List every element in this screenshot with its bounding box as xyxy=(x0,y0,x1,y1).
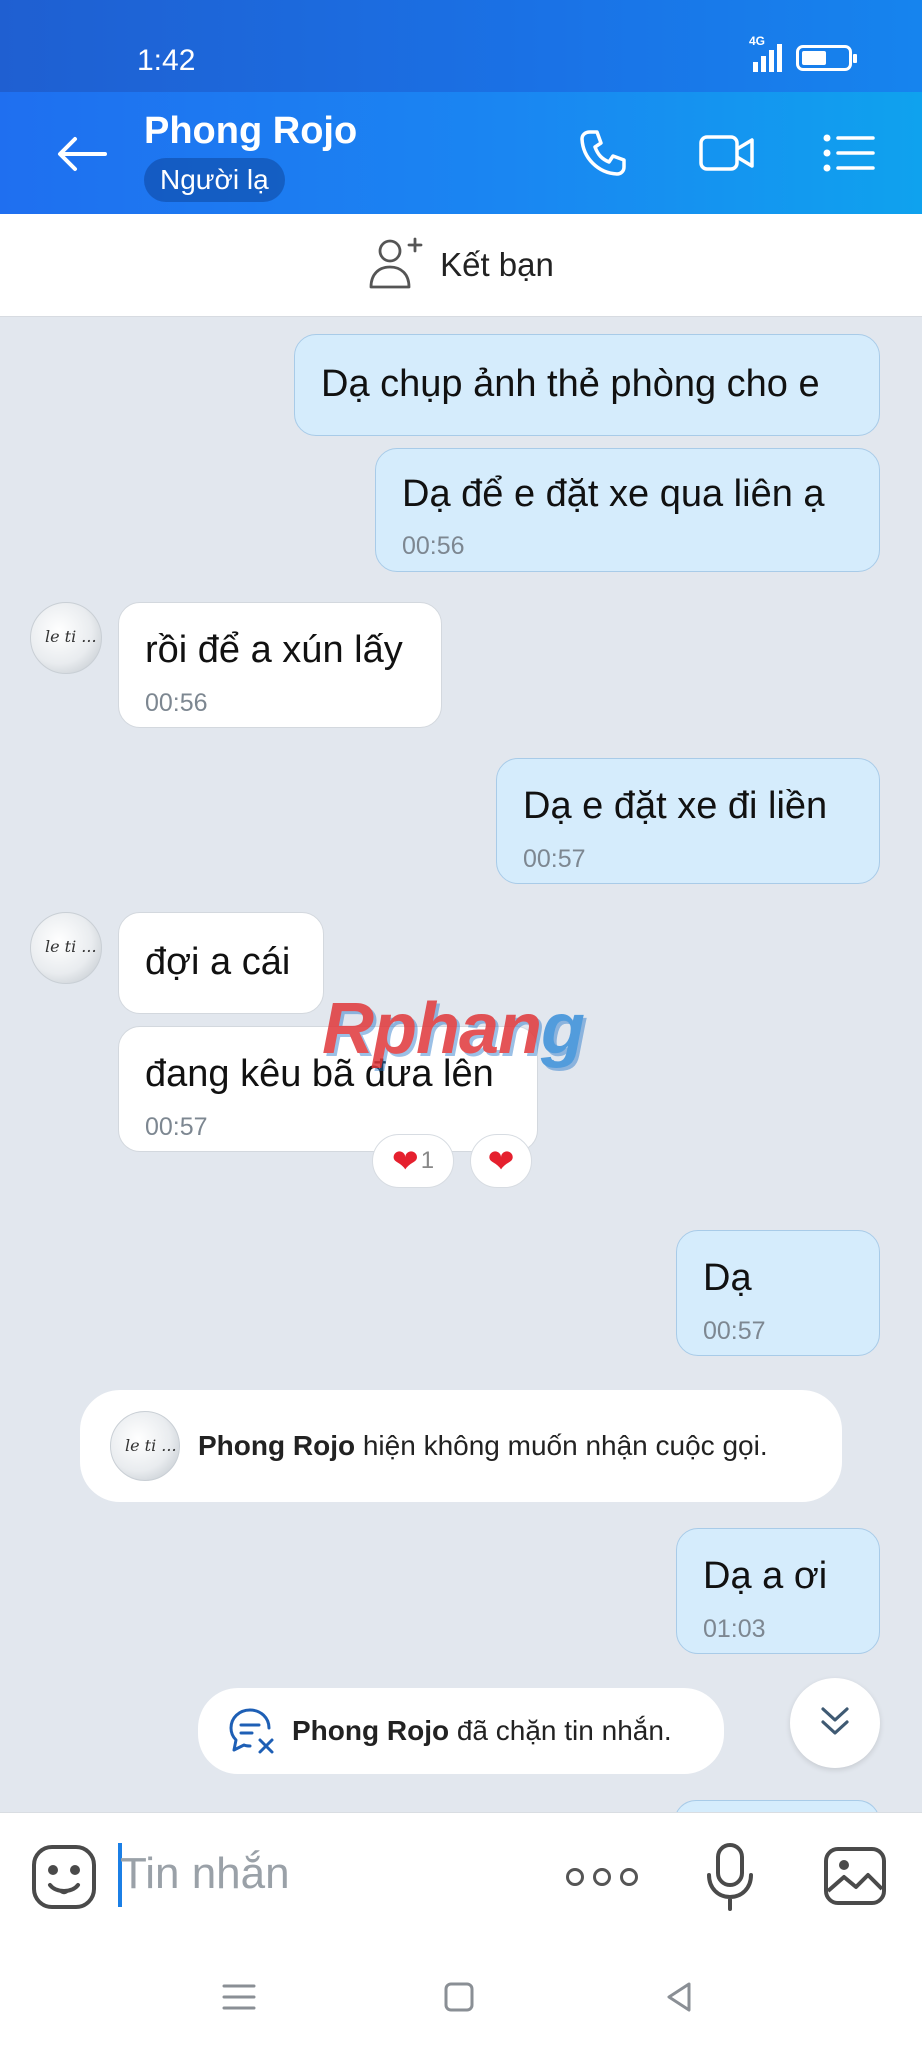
message-bubble-sent[interactable]: Dạ 00:57 xyxy=(676,1230,880,1356)
heart-icon: ❤ xyxy=(487,1143,515,1179)
message-bubble-sent[interactable]: Dạ e đặt xe đi liền 00:57 xyxy=(496,758,880,884)
watermark-logo: Rphang xyxy=(322,989,585,1069)
battery-icon xyxy=(796,45,857,71)
nav-menu-icon[interactable] xyxy=(214,1972,264,2022)
message-text: Dạ a ơi xyxy=(703,1555,828,1597)
message-text: đợi a cái xyxy=(145,941,291,983)
chevron-double-down-icon xyxy=(815,1701,855,1746)
system-message-name: Phong Rojo xyxy=(292,1715,450,1746)
battery-fill xyxy=(802,51,827,65)
avatar: le ti ... xyxy=(110,1411,180,1481)
message-time: 00:57 xyxy=(523,845,586,873)
emoji-icon[interactable] xyxy=(30,1843,98,1911)
message-text: Dạ chụp ảnh thẻ phòng cho e xyxy=(321,363,820,405)
message-composer xyxy=(0,1812,922,1942)
system-message-call-blocked: le ti ... Phong Rojo hiện không muốn nhậ… xyxy=(80,1390,842,1502)
status-icons: 4G xyxy=(749,34,857,72)
message-time: 00:57 xyxy=(703,1317,766,1345)
mic-icon[interactable] xyxy=(700,1841,760,1913)
phone-icon[interactable] xyxy=(570,120,636,186)
add-friend-icon xyxy=(368,236,426,295)
message-time: 00:56 xyxy=(402,532,465,560)
message-time: 00:56 xyxy=(145,689,208,717)
add-friend-bar[interactable]: Kết bạn xyxy=(0,214,922,317)
heart-icon: ❤ xyxy=(391,1143,419,1179)
message-time: 01:03 xyxy=(703,1615,766,1643)
system-message-text: đã chặn tin nhắn. xyxy=(449,1715,672,1746)
message-time: 00:57 xyxy=(145,1113,208,1141)
status-bar: 1:42 4G xyxy=(0,0,922,92)
message-bubble-received[interactable]: đợi a cái xyxy=(118,912,324,1014)
contact-name[interactable]: Phong Rojo xyxy=(144,110,357,153)
avatar[interactable]: le ti ... xyxy=(30,602,102,674)
signal-icon: 4G xyxy=(749,34,782,72)
video-call-icon[interactable] xyxy=(694,120,760,186)
message-bubble-received[interactable]: rồi để a xún lấy 00:56 xyxy=(118,602,442,728)
chat-header: Phong Rojo Người lạ xyxy=(0,92,922,214)
system-message-text: hiện không muốn nhận cuộc gọi. xyxy=(355,1430,768,1461)
message-text: Dạ để e đặt xe qua liên ạ xyxy=(402,473,825,515)
message-text: Dạ xyxy=(703,1257,752,1299)
status-time: 1:42 xyxy=(137,44,196,77)
more-icon[interactable] xyxy=(566,1857,638,1897)
blocked-message-icon xyxy=(228,1706,278,1756)
back-arrow-icon[interactable] xyxy=(50,122,114,186)
system-nav-bar xyxy=(0,1942,922,2048)
message-bubble-sent[interactable]: Dạ a ơi 01:03 xyxy=(676,1528,880,1654)
stranger-badge: Người lạ xyxy=(144,158,285,202)
nav-home-icon[interactable] xyxy=(434,1972,484,2022)
message-bubble-sent[interactable]: Dạ để e đặt xe qua liên ạ 00:56 xyxy=(375,448,880,572)
reaction-summary[interactable]: ❤ 1 xyxy=(372,1134,454,1188)
react-button[interactable]: ❤ xyxy=(470,1134,532,1188)
system-message-blocked: Phong Rojo đã chặn tin nhắn. xyxy=(198,1688,724,1774)
nav-back-icon[interactable] xyxy=(654,1972,704,2022)
menu-list-icon[interactable] xyxy=(816,120,882,186)
network-type: 4G xyxy=(749,34,766,48)
message-text: Dạ e đặt xe đi liền xyxy=(523,785,828,827)
avatar[interactable]: le ti ... xyxy=(30,912,102,984)
message-text: rồi để a xún lấy xyxy=(145,629,403,671)
message-bubble-sent[interactable]: Dạ chụp ảnh thẻ phòng cho e xyxy=(294,334,880,436)
image-icon[interactable] xyxy=(822,1843,888,1909)
message-input[interactable] xyxy=(120,1839,520,1909)
add-friend-label: Kết bạn xyxy=(440,246,554,283)
scroll-to-bottom-button[interactable] xyxy=(790,1678,880,1768)
reaction-count: 1 xyxy=(420,1147,435,1174)
system-message-name: Phong Rojo xyxy=(198,1430,356,1461)
